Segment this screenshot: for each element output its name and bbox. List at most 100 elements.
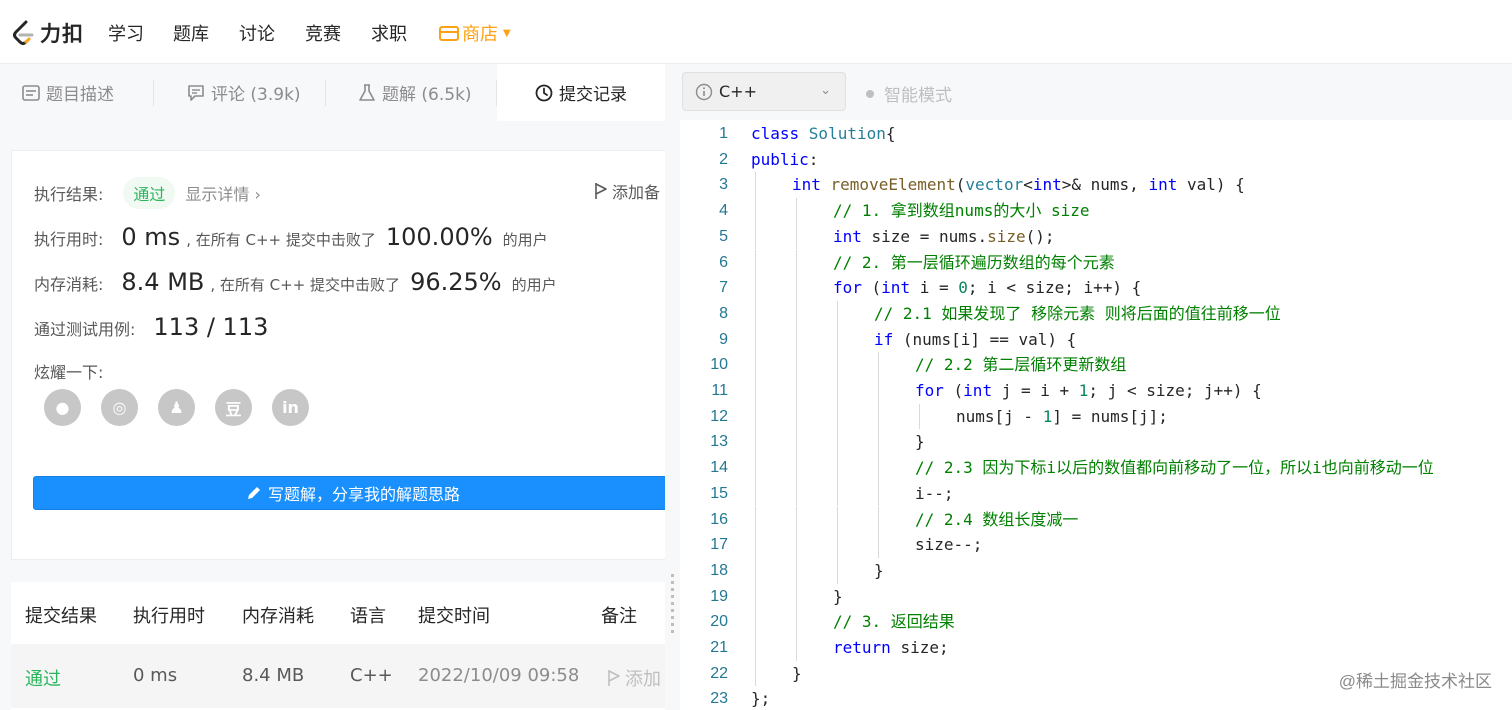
row-add-note[interactable]: 添加 — [607, 665, 661, 691]
linkedin-icon[interactable]: in — [272, 389, 309, 426]
indent-guide — [755, 378, 756, 404]
nav-problems[interactable]: 题库 — [173, 20, 209, 46]
code-line[interactable]: 11 for (int j = i + 1; j < size; j++) { — [680, 378, 1512, 404]
code-line[interactable]: 18} — [680, 557, 1512, 584]
drag-handle-icon[interactable] — [671, 574, 674, 634]
indent-guide — [837, 506, 838, 533]
code-text: int removeElement(vector<int>& nums, int… — [792, 175, 1245, 195]
clock-icon — [535, 84, 553, 101]
code-line[interactable]: 13} — [680, 429, 1512, 456]
tab-submissions[interactable]: 提交记录 — [497, 64, 665, 121]
code-line[interactable]: 8 // 2.1 如果发现了 移除元素 则将后面的值往前移一位 — [680, 300, 1512, 327]
code-text: } — [874, 560, 884, 580]
code-line[interactable]: 10 // 2.2 第二层循环更新数组 — [680, 352, 1512, 378]
wechat-icon[interactable]: ● — [44, 389, 81, 426]
nav-discuss[interactable]: 讨论 — [239, 20, 275, 46]
memory-percentile: 96.25% — [410, 268, 502, 296]
indent-guide — [837, 455, 838, 481]
indent-guide — [796, 198, 797, 224]
line-number: 18 — [710, 561, 728, 579]
weibo-icon[interactable]: ◎ — [101, 389, 138, 426]
indent-guide — [755, 352, 756, 378]
indent-guide — [837, 378, 838, 404]
indent-guide — [796, 480, 797, 507]
code-line[interactable]: 2 public: — [680, 147, 1512, 173]
code-line[interactable]: 21 return size; — [680, 635, 1512, 661]
row-add-note-label: 添加 — [625, 669, 661, 690]
runtime-percentile: 100.00% — [385, 223, 493, 251]
indent-guide — [878, 480, 879, 507]
code-line[interactable]: 7 for (int i = 0; i < size; i++) { — [680, 275, 1512, 301]
share-icons: ● ◎ ♟ 豆 in — [44, 389, 309, 426]
submissions-table: 提交结果 执行用时 内存消耗 语言 提交时间 备注 通过 0 ms 8.4 MB… — [11, 582, 665, 710]
code-editor: C++ ⌄ 智能模式 1 class Solution{2 public: 3 int … — [680, 64, 1512, 710]
memory-label: 内存消耗: — [34, 275, 104, 294]
code-line[interactable]: 5 int size = nums.size(); — [680, 223, 1512, 250]
smart-mode-toggle[interactable]: 智能模式 — [866, 81, 952, 106]
code-line[interactable]: 17 size--; — [680, 532, 1512, 558]
indent-guide — [878, 352, 879, 378]
code-text: } — [915, 432, 925, 452]
memory-value: 8.4 MB — [121, 268, 205, 296]
runtime-value: 0 ms — [121, 223, 181, 251]
code-text: public: — [751, 149, 819, 169]
line-number: 22 — [710, 664, 728, 682]
code-text: int size = nums.size(); — [833, 226, 1055, 246]
code-line[interactable]: 1 class Solution{ — [680, 121, 1512, 147]
tab-comments-label: 评论 (3.9k) — [211, 85, 301, 105]
share-label: 炫耀一下: — [34, 363, 104, 382]
tab-description[interactable]: 题目描述 — [22, 64, 114, 121]
indent-guide — [755, 480, 756, 507]
nav-store[interactable]: 商店 ▼ — [439, 20, 511, 46]
language-select[interactable]: C++ ⌄ — [682, 72, 846, 111]
panel-splitter[interactable] — [665, 64, 680, 710]
tab-solutions[interactable]: 题解 (6.5k) — [358, 64, 472, 121]
indent-guide — [837, 532, 838, 558]
code-line[interactable]: 20 // 3. 返回结果 — [680, 609, 1512, 635]
write-solution-button[interactable]: 写题解，分享我的解题思路 — [33, 476, 665, 510]
indent-guide — [796, 557, 797, 584]
indent-guide — [796, 223, 797, 250]
nav-jobs[interactable]: 求职 — [371, 20, 407, 46]
tab-comments[interactable]: 评论 (3.9k) — [187, 64, 301, 121]
indent-guide — [796, 249, 797, 276]
tab-solutions-label: 题解 (6.5k) — [382, 85, 472, 105]
share-label-row: 炫耀一下: — [34, 359, 103, 383]
code-line[interactable]: 12 nums[j - 1] = nums[j]; — [680, 403, 1512, 430]
code-text: } — [833, 586, 843, 606]
indent-guide — [755, 172, 756, 199]
line-number: 5 — [719, 227, 728, 245]
left-panel: 题目描述 评论 (3.9k) 题解 (6.5k) 提交记录 执行结果: 通过 显… — [0, 64, 665, 710]
row-result[interactable]: 通过 — [25, 665, 61, 691]
add-note-link[interactable]: 添加备 — [594, 179, 660, 203]
code-line[interactable]: 6 // 2. 第一层循环遍历数组的每个元素 — [680, 249, 1512, 276]
row-memory: 8.4 MB — [242, 665, 305, 686]
code-line[interactable]: 4 // 1. 拿到数组nums的大小 size — [680, 198, 1512, 224]
indent-guide — [755, 198, 756, 224]
qq-icon[interactable]: ♟ — [158, 389, 195, 426]
indent-guide — [755, 223, 756, 250]
code-line[interactable]: 9 if (nums[i] == val) { — [680, 326, 1512, 353]
indent-guide — [796, 378, 797, 404]
memory-row: 内存消耗: 8.4 MB , 在所有 C++ 提交中击败了 96.25% 的用户 — [34, 268, 557, 296]
code-text: i--; — [915, 483, 954, 503]
douban-icon[interactable]: 豆 — [215, 389, 252, 426]
nav-contest[interactable]: 竞赛 — [305, 20, 341, 46]
indent-guide — [878, 429, 879, 456]
code-line[interactable]: 14 // 2.3 因为下标i以后的数值都向前移动了一位，所以i也向前移动一位 — [680, 455, 1512, 481]
table-row[interactable]: 通过 0 ms 8.4 MB C++ 2022/10/09 09:58 添加 — [11, 644, 665, 708]
line-number: 19 — [710, 587, 728, 605]
code-text: // 2.1 如果发现了 移除元素 则将后面的值往前移一位 — [874, 303, 1281, 323]
header-memory: 内存消耗 — [242, 606, 314, 627]
code-line[interactable]: 15 i--; — [680, 480, 1512, 507]
code-line[interactable]: 16 // 2.4 数组长度减一 — [680, 506, 1512, 533]
code-area[interactable]: 1 class Solution{2 public: 3 int removeEleme… — [680, 121, 1512, 710]
code-line[interactable]: 3 int removeElement(vector<int>& nums, in… — [680, 172, 1512, 199]
indent-guide — [837, 352, 838, 378]
leetcode-logo[interactable]: 力扣 — [10, 18, 84, 48]
header-language: 语言 — [350, 606, 386, 627]
code-line[interactable]: 19} — [680, 583, 1512, 610]
show-details-link[interactable]: 显示详情 › — [185, 181, 261, 205]
smart-mode-label: 智能模式 — [884, 86, 952, 106]
nav-study[interactable]: 学习 — [108, 20, 144, 46]
